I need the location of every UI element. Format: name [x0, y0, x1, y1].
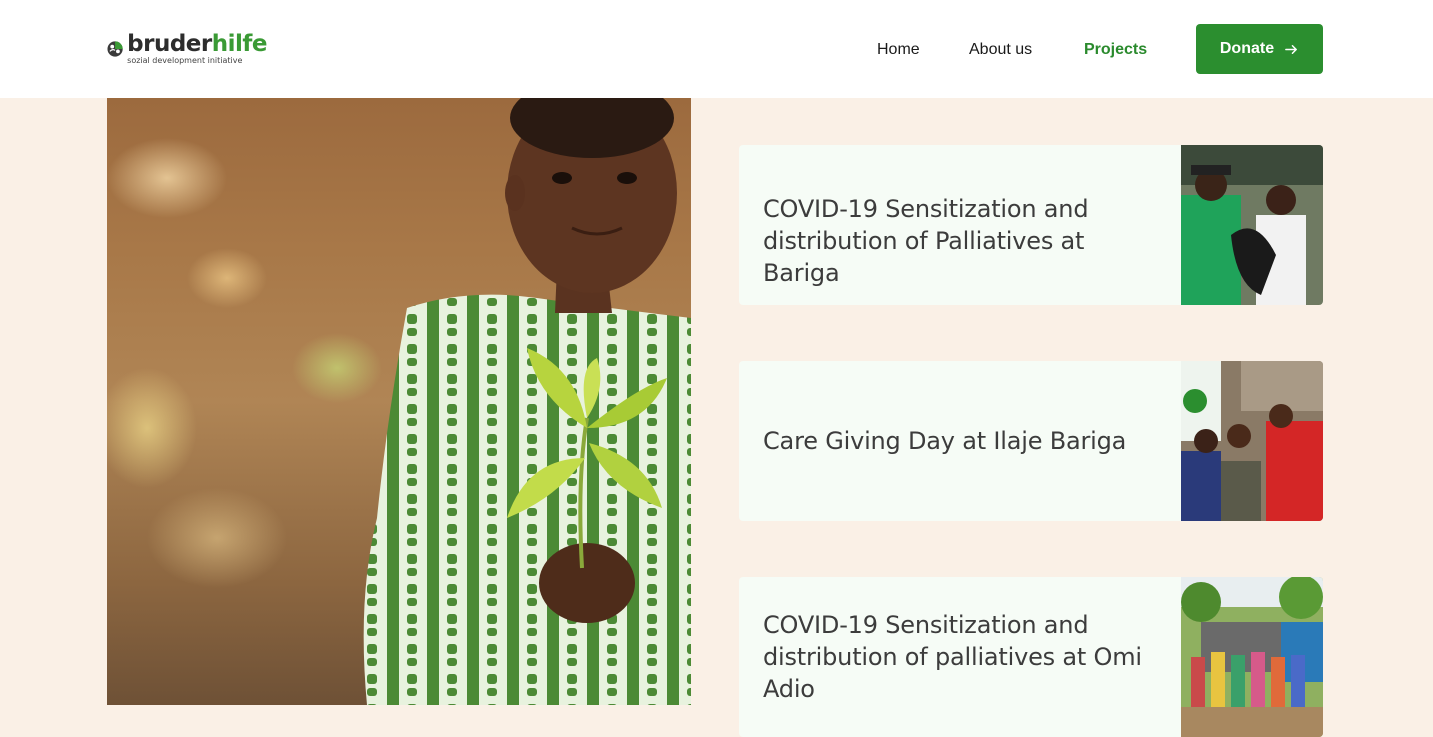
project-thumbnail [1181, 577, 1323, 737]
brand-logo[interactable]: bruderhilfe sozial development initiativ… [107, 30, 268, 68]
project-card[interactable]: Care Giving Day at Ilaje Bariga [739, 361, 1323, 521]
community-gathering-photo [1181, 577, 1323, 737]
project-title: COVID-19 Sensitization and distribution … [763, 195, 1089, 287]
project-title: Care Giving Day at Ilaje Bariga [763, 427, 1127, 455]
child-holding-seedling-illustration [363, 98, 691, 705]
project-thumbnail [1181, 361, 1323, 521]
project-thumbnail [1181, 145, 1323, 305]
logo-mark-icon [107, 41, 123, 57]
care-giving-photo [1181, 361, 1323, 521]
nav-projects-link[interactable]: Projects [1084, 41, 1147, 59]
donate-button[interactable]: Donate [1196, 24, 1323, 74]
project-card[interactable]: COVID-19 Sensitization and distribution … [739, 145, 1323, 305]
logo-wordmark: bruderhilfe [127, 31, 267, 57]
project-card[interactable]: COVID-19 Sensitization and distribution … [739, 577, 1323, 737]
volunteers-photo [1181, 145, 1323, 305]
site-header: bruderhilfe sozial development initiativ… [0, 0, 1433, 98]
nav-about-link[interactable]: About us [969, 41, 1032, 59]
arrow-right-icon [1285, 44, 1298, 54]
donate-label: Donate [1219, 40, 1275, 57]
logo-tagline: sozial development initiative [127, 56, 243, 65]
nav-home-link[interactable]: Home [877, 41, 920, 59]
project-title: COVID-19 Sensitization and distribution … [763, 611, 1142, 703]
hero-image [107, 98, 691, 705]
